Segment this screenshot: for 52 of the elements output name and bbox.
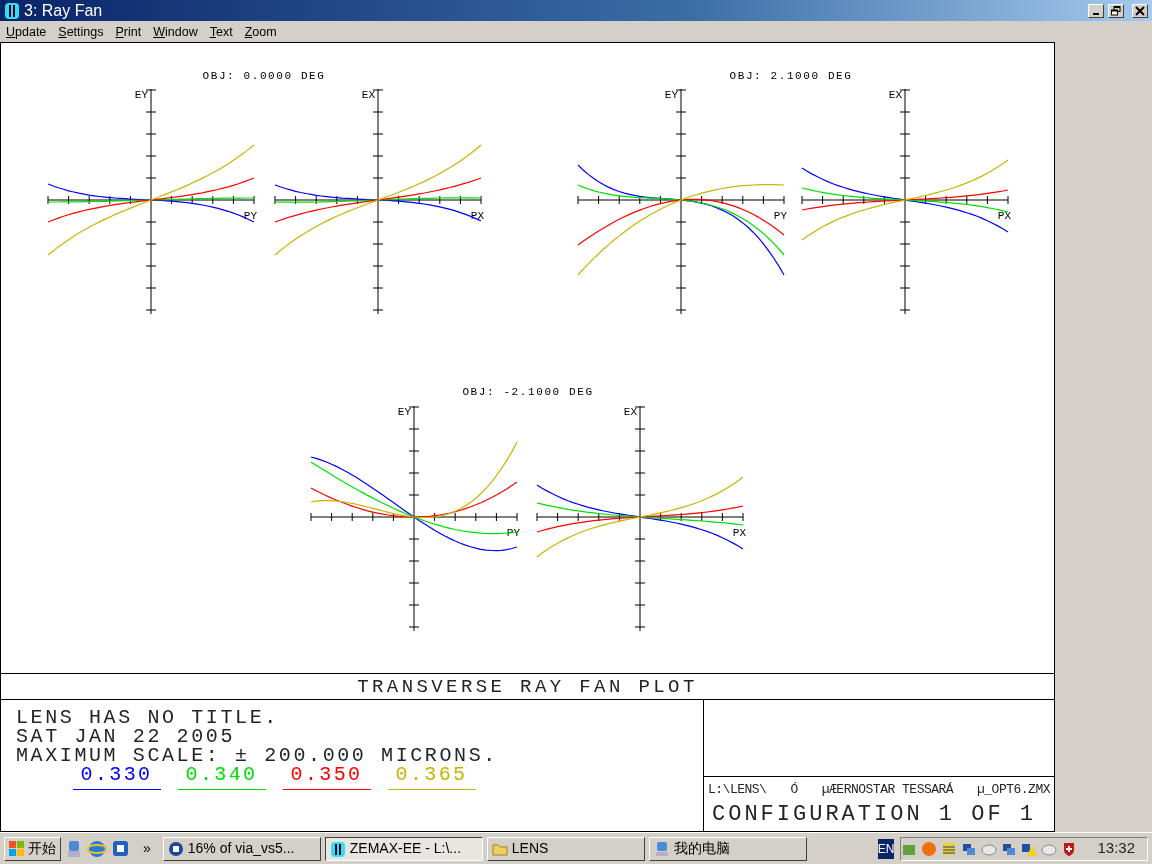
language-indicator[interactable]: EN: [877, 838, 895, 859]
menu-item[interactable]: Zoom: [238, 21, 283, 42]
app-icon: [4, 1, 20, 20]
close-icon: [1135, 5, 1145, 16]
axis-label: EY: [397, 406, 411, 418]
lens-name: µÆERNOSTAR TESSARÁ: [821, 781, 954, 800]
info-text: SAT JAN 22 2005: [16, 727, 237, 746]
plot-title: OBJ: -2.1000 DEG: [462, 386, 594, 398]
more-button[interactable]: »: [135, 838, 159, 859]
taskbar-button[interactable]: ZEMAX-EE - L:\...: [324, 836, 483, 861]
menu-item[interactable]: Print: [109, 21, 148, 42]
wavelength-label: 0.330: [79, 765, 154, 785]
restore-button[interactable]: [1108, 3, 1124, 18]
wavelength-label: 0.365: [394, 765, 469, 785]
clock: 13:32: [1097, 838, 1135, 859]
taskbar-button[interactable]: 16% of via_vs5...: [162, 836, 321, 861]
app-icon: [329, 840, 346, 857]
axis-label: EX: [361, 89, 375, 101]
axis-label: EX: [623, 406, 637, 418]
taskbar-button[interactable]: 我的电脑: [648, 836, 807, 861]
plot-title: OBJ: 2.1000 DEG: [729, 70, 853, 82]
computer-icon: [653, 840, 670, 857]
axis-label: EY: [134, 89, 148, 101]
file-info-text: Ó: [790, 781, 798, 800]
file-path: L:\LENS\: [708, 781, 767, 800]
plot-caption: TRANSVERSE RAY FAN PLOT: [1, 673, 1054, 700]
restore-icon: [1111, 5, 1121, 16]
wavelength-label: 0.340: [184, 765, 259, 785]
info-text: MAXIMUM SCALE: ± 200.000 MICRONS.: [16, 746, 499, 765]
close-button[interactable]: [1132, 3, 1148, 18]
minimize-button[interactable]: [1088, 3, 1104, 18]
taskbar-button[interactable]: LENS: [486, 836, 645, 861]
menu-item[interactable]: Settings: [52, 21, 110, 42]
wavelength-label: 0.350: [289, 765, 364, 785]
info-text: LENS HAS NO TITLE.: [16, 708, 280, 727]
start-button[interactable]: 开始: [4, 836, 61, 861]
axis-label: EY: [664, 89, 678, 101]
menu-item[interactable]: Window: [147, 21, 204, 42]
axis-label: PY: [243, 210, 257, 222]
axis-label: PX: [470, 210, 484, 222]
axis-label: PX: [997, 210, 1011, 222]
configuration-text: CONFIGURATION 1 OF 1: [711, 803, 1038, 829]
menu-item[interactable]: Text: [203, 21, 239, 42]
windows-logo-icon: [9, 841, 24, 856]
minimize-icon: [1093, 12, 1099, 15]
plot-title: OBJ: 0.0000 DEG: [202, 70, 326, 82]
axis-label: PY: [773, 210, 787, 222]
axis-label: PX: [732, 527, 746, 539]
axis-label: EX: [888, 89, 902, 101]
menu-item[interactable]: Update: [0, 21, 53, 42]
window-title: 3: Ray Fan: [24, 0, 103, 21]
file-name: µ_OPT6.ZMX: [977, 781, 1050, 800]
